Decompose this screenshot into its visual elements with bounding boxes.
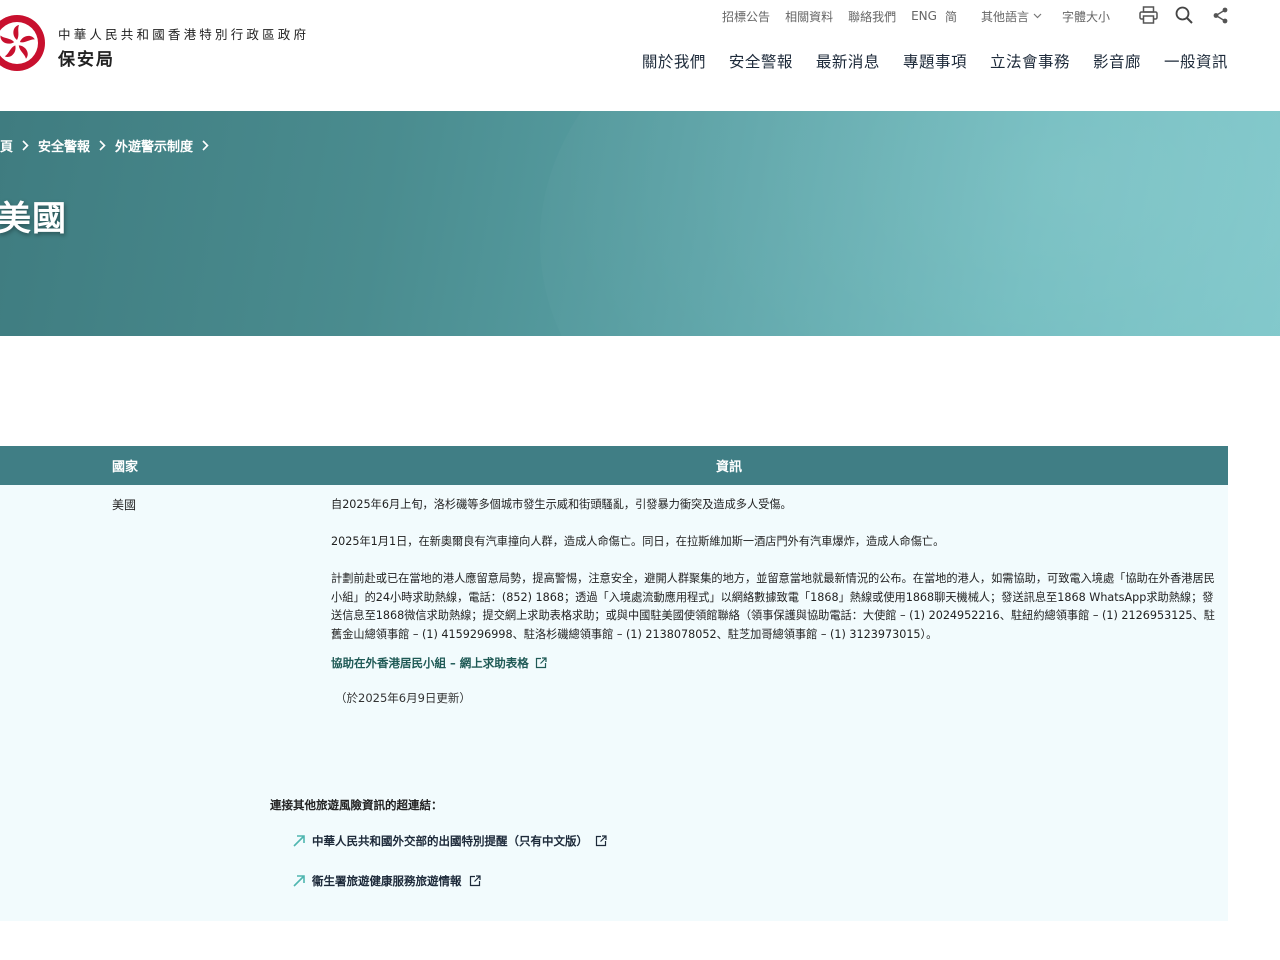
bureau-name: 保安局 [58, 50, 115, 70]
other-language-dropdown[interactable]: 其他語言 [981, 8, 1042, 25]
nav-legco-business[interactable]: 立法會事務 [990, 50, 1070, 72]
travel-alert-table: 國家 資訊 美國 自2025年6月上旬，洛杉磯等多個城市發生示威和街頭騷亂，引發… [0, 446, 1228, 921]
page-title: 美國 [0, 199, 67, 239]
info-paragraph: 2025年1月1日，在新奧爾良有汽車撞向人群，造成人命傷亡。同日，在拉斯維加斯一… [331, 535, 945, 548]
main-navigation: 關於我們 安全警報 最新消息 專題事項 立法會事務 影音廊 一般資訊 [642, 50, 1228, 72]
info-cell: 自2025年6月上旬，洛杉磯等多個城市發生示威和街頭騷亂，引發暴力衝突及造成多人… [331, 496, 1215, 707]
lang-eng-link[interactable]: ENG [911, 9, 937, 23]
arrow-up-right-icon [292, 874, 306, 888]
hksar-emblem-icon[interactable] [0, 14, 46, 72]
share-icon[interactable] [1210, 5, 1230, 25]
lang-sc-link[interactable]: 简 [945, 8, 957, 25]
util-link-tenders[interactable]: 招標公告 [722, 8, 770, 25]
breadcrumb-security-alerts[interactable]: 安全警報 [38, 136, 90, 155]
column-header-info: 資訊 [715, 460, 742, 475]
nav-general-info[interactable]: 一般資訊 [1164, 50, 1228, 72]
nav-media-gallery[interactable]: 影音廊 [1093, 50, 1141, 72]
nav-about-us[interactable]: 關於我們 [642, 50, 706, 72]
utility-icons [1122, 5, 1230, 25]
page-banner: 頁 安全警報 外遊警示制度 美國 [0, 111, 1280, 336]
online-assistance-form-label: 協助在外香港居民小組 – 網上求助表格 [331, 656, 529, 670]
font-size-button[interactable]: 字體大小 [1062, 8, 1110, 25]
online-assistance-form-link[interactable]: 協助在外香港居民小組 – 網上求助表格 [331, 654, 547, 673]
external-link-icon [535, 657, 547, 669]
mfa-travel-reminder-link[interactable]: 中華人民共和國外交部的出國特別提醒（只有中文版） [292, 833, 607, 849]
util-link-related[interactable]: 相關資料 [785, 8, 833, 25]
site-header: 中華人民共和國香港特別行政區政府 保安局 招標公告 相關資料 聯絡我們 ENG … [0, 0, 1280, 111]
other-language-label: 其他語言 [980, 9, 1029, 24]
chevron-right-icon [202, 140, 209, 151]
gov-name: 中華人民共和國香港特別行政區政府 [58, 27, 310, 42]
util-link-contact[interactable]: 聯絡我們 [848, 8, 896, 25]
banner-globe-decoration [540, 111, 1280, 336]
external-link-icon [595, 835, 607, 847]
nav-security-alerts[interactable]: 安全警報 [729, 50, 793, 72]
external-link-icon [469, 875, 481, 887]
country-cell: 美國 [112, 498, 137, 512]
table-header-row: 國家 資訊 [0, 446, 1228, 485]
breadcrumb-home[interactable]: 頁 [0, 136, 13, 155]
column-header-country: 國家 [111, 460, 138, 475]
breadcrumb-outbound-travel-alert[interactable]: 外遊警示制度 [115, 136, 193, 155]
table-row: 美國 自2025年6月上旬，洛杉磯等多個城市發生示威和街頭騷亂，引發暴力衝突及造… [0, 485, 1228, 921]
chevron-right-icon [99, 140, 106, 151]
related-links-title: 連接其他旅遊風險資訊的超連結： [270, 798, 443, 812]
site-logo[interactable]: 中華人民共和國香港特別行政區政府 保安局 [58, 27, 309, 70]
dh-travel-health-label: 衞生署旅遊健康服務旅遊情報 [312, 874, 462, 888]
info-paragraph: 自2025年6月上旬，洛杉磯等多個城市發生示威和街頭騷亂，引發暴力衝突及造成多人… [331, 498, 792, 511]
dh-travel-health-link[interactable]: 衞生署旅遊健康服務旅遊情報 [292, 873, 481, 889]
print-icon[interactable] [1138, 5, 1158, 25]
chevron-down-icon [1033, 13, 1042, 19]
nav-latest-news[interactable]: 最新消息 [816, 50, 880, 72]
last-updated-text: （於2025年6月9日更新） [335, 690, 471, 705]
chevron-right-icon [22, 140, 29, 151]
utility-bar: 招標公告 相關資料 聯絡我們 ENG 简 其他語言 字體大小 [722, 6, 1110, 26]
mfa-travel-reminder-label: 中華人民共和國外交部的出國特別提醒（只有中文版） [312, 834, 588, 848]
arrow-up-right-icon [292, 834, 306, 848]
info-paragraph: 計劃前赴或已在當地的港人應留意局勢，提高警惕，注意安全，避開人群聚集的地方，並留… [331, 572, 1215, 641]
nav-special-topics[interactable]: 專題事項 [903, 50, 967, 72]
search-icon[interactable] [1174, 5, 1194, 25]
breadcrumb: 頁 安全警報 外遊警示制度 [0, 136, 218, 155]
